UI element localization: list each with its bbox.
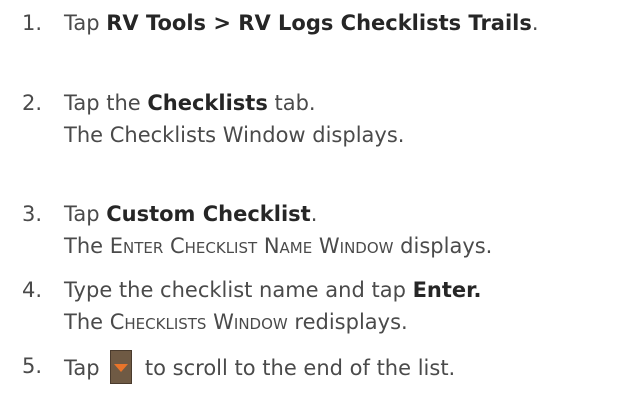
step-text-end: . (310, 202, 318, 226)
step-number: 4. (22, 278, 43, 302)
tab-name: Checklists (147, 91, 268, 115)
step-text: Tap (64, 11, 107, 35)
step-instruction: Tap Custom Checklist. (64, 198, 492, 230)
step-number: 2. (22, 91, 43, 115)
instruction-document: 1. Tap RV Tools > RV Logs Checklists Tra… (0, 0, 637, 394)
step-number: 1. (22, 11, 43, 35)
step-text-end: . (531, 11, 539, 35)
step-instruction: Tap to scroll to the end of the list. (64, 350, 455, 384)
window-name: Enter Checklist Name Window (109, 234, 394, 258)
step-5: 5. Tap to scroll to the end of the list. (0, 350, 455, 384)
step-text: Tap the (64, 91, 148, 115)
step-number: 5. (22, 354, 43, 378)
step-text-end: tab. (267, 91, 316, 115)
step-instruction: Type the checklist name and tap Enter. (64, 274, 482, 306)
step-result: The Enter Checklist Name Window displays… (64, 230, 492, 262)
step-1: 1. Tap RV Tools > RV Logs Checklists Tra… (0, 7, 539, 39)
chevron-down-icon (114, 364, 129, 372)
result-text: The (64, 310, 110, 334)
step-text: Tap (64, 202, 107, 226)
result-text: The (64, 234, 110, 258)
result-text-end: displays. (393, 234, 493, 258)
window-name: Checklists Window (109, 310, 288, 334)
step-4: 4. Type the checklist name and tap Enter… (0, 274, 482, 338)
step-text: Tap (64, 356, 107, 380)
step-text-end: to scroll to the end of the list. (138, 356, 456, 380)
menu-path: RV Tools > RV Logs Checklists Trails (106, 11, 532, 35)
step-result: The Checklists Window displays. (64, 123, 405, 147)
button-name: Custom Checklist (106, 202, 311, 226)
step-number: 3. (22, 202, 43, 226)
result-text-end: redisplays. (287, 310, 408, 334)
step-instruction: Tap RV Tools > RV Logs Checklists Trails… (64, 7, 539, 39)
step-instruction: Tap the Checklists tab. (64, 87, 404, 119)
step-text: Type the checklist name and tap (64, 278, 413, 302)
scroll-down-button-icon (110, 350, 133, 384)
step-2: 2. Tap the Checklists tab. The Checklist… (0, 87, 404, 151)
button-name: Enter. (412, 278, 482, 302)
step-3: 3. Tap Custom Checklist. The Enter Check… (0, 198, 492, 262)
step-result: The Checklists Window redisplays. (64, 306, 482, 338)
